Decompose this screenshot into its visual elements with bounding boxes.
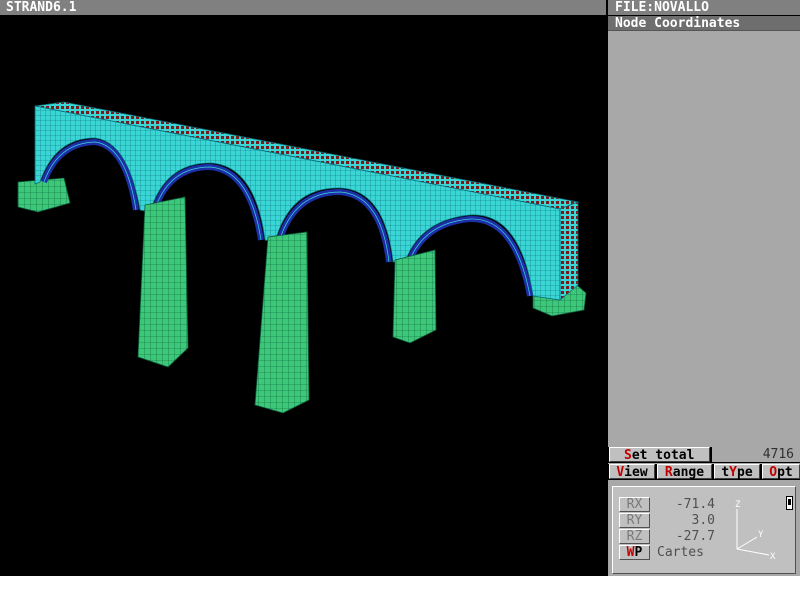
pin-icon[interactable] — [786, 496, 793, 510]
range-button[interactable]: Range — [657, 464, 712, 480]
bridge-mesh-model[interactable] — [0, 16, 606, 576]
axis-y-label: Y — [758, 530, 764, 540]
model-viewport[interactable] — [0, 16, 606, 576]
rx-button[interactable]: RX — [619, 497, 650, 512]
set-total-hotkey: S — [624, 448, 632, 463]
opt-button[interactable]: Opt — [762, 464, 800, 480]
pier-2 — [254, 231, 310, 414]
ry-button[interactable]: RY — [619, 513, 650, 528]
ry-value: 3.0 — [691, 513, 715, 528]
rotation-panel: RX -71.4 RY 3.0 RZ -27.7 WP Cartes Z Y X — [612, 486, 796, 574]
panel-header: Node Coordinates — [608, 16, 800, 31]
menu-bar: View Range tYpe Opt — [608, 464, 800, 480]
type-button[interactable]: tYpe — [714, 464, 760, 480]
window-title: STRAND6.1 — [0, 0, 606, 15]
pier-1 — [137, 196, 189, 368]
rz-value: -27.7 — [675, 529, 715, 544]
side-panel: Node Coordinates Set total 4716 View Ran… — [608, 16, 800, 576]
axis-z-label: Z — [735, 500, 741, 510]
pier-3 — [392, 249, 437, 344]
file-name-label: FILE:NOVALLO — [608, 0, 800, 15]
deck-end-face — [559, 201, 579, 301]
set-total-button[interactable]: Set total — [609, 447, 710, 463]
set-total-value: 4716 — [712, 447, 800, 462]
axis-triad-icon: Z Y X — [735, 500, 776, 562]
wp-button[interactable]: WP — [619, 545, 650, 560]
rx-value: -71.4 — [675, 497, 715, 512]
rz-button[interactable]: RZ — [619, 529, 650, 544]
set-total-label: et total — [631, 448, 695, 463]
left-abutment — [17, 177, 71, 213]
view-button[interactable]: View — [609, 464, 655, 480]
set-total-row: Set total 4716 — [608, 447, 800, 463]
status-strip — [0, 576, 800, 600]
axis-x-label: X — [770, 552, 776, 562]
wp-value: Cartes — [657, 545, 704, 560]
